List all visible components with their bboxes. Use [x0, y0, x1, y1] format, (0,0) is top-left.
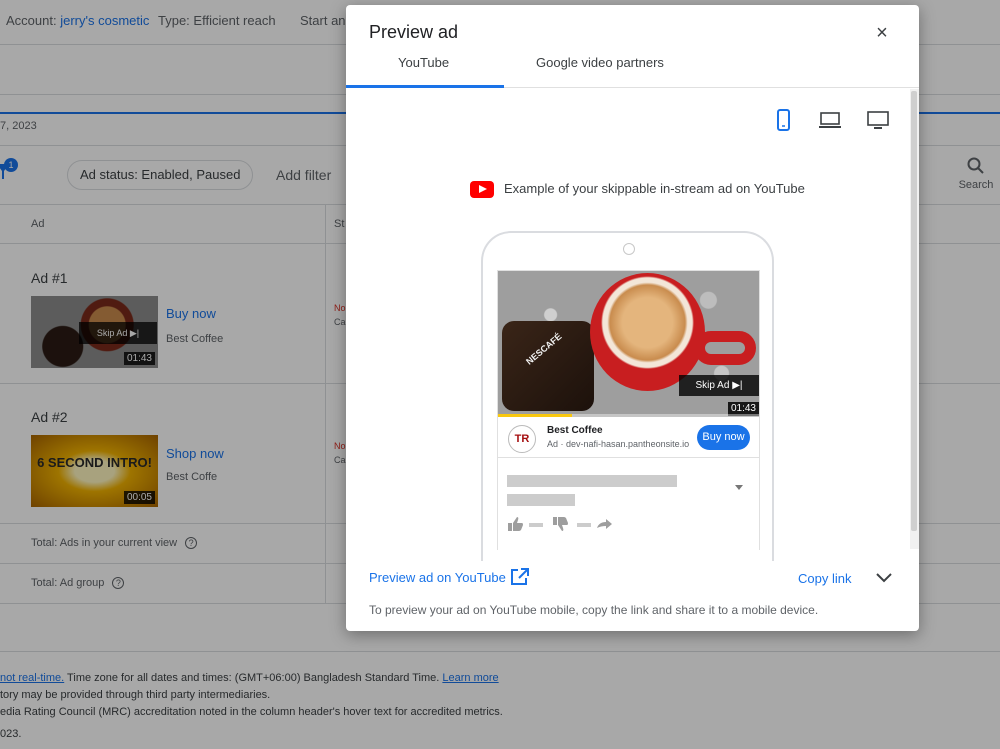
preview-on-youtube-link[interactable]: Preview ad on YouTube: [369, 567, 531, 587]
tv-icon[interactable]: [866, 109, 890, 131]
placeholder-title: [507, 475, 677, 487]
ad-display-url: Ad · dev-nafi-hasan.pantheonsite.io: [547, 439, 690, 449]
buy-now-button[interactable]: Buy now: [697, 425, 750, 450]
laptop-icon[interactable]: [818, 109, 842, 131]
copy-link-button[interactable]: Copy link: [798, 571, 851, 586]
example-caption: Example of your skippable in-stream ad o…: [470, 181, 805, 201]
engagement-icons: [508, 517, 612, 531]
expand-caret-icon: [735, 485, 743, 490]
close-icon[interactable]: ×: [870, 21, 894, 45]
phone-mockup: NESCAFÉ Skip Ad ▶| 01:43 TR Best Coffee …: [481, 231, 774, 561]
youtube-logo-icon: [470, 181, 494, 199]
thumbs-up-icon: [508, 517, 523, 531]
tab-youtube[interactable]: YouTube: [398, 55, 449, 70]
phone-camera-icon: [623, 243, 635, 255]
ad-video-player[interactable]: NESCAFÉ Skip Ad ▶| 01:43: [498, 271, 759, 417]
mobile-preview-note: To preview your ad on YouTube mobile, co…: [369, 603, 819, 617]
ad-info-bar: TR Best Coffee Ad · dev-nafi-hasan.panth…: [498, 417, 759, 458]
share-icon: [597, 519, 612, 529]
advertiser-name: Best Coffee: [547, 425, 603, 436]
preview-ad-dialog: Preview ad × YouTube Google video partne…: [346, 5, 919, 631]
tab-google-video-partners[interactable]: Google video partners: [536, 55, 664, 70]
coffee-mug-image: [590, 273, 705, 391]
active-tab-indicator: [346, 85, 504, 88]
coffee-jar-image: NESCAFÉ: [502, 321, 594, 411]
thumbs-down-icon: [553, 517, 568, 531]
advertiser-avatar: TR: [508, 425, 536, 453]
chevron-down-icon[interactable]: [873, 567, 895, 589]
mobile-icon[interactable]: [771, 109, 795, 131]
skip-ad-button[interactable]: Skip Ad ▶|: [679, 375, 759, 396]
phone-screen: NESCAFÉ Skip Ad ▶| 01:43 TR Best Coffee …: [497, 270, 760, 550]
dialog-title: Preview ad: [369, 22, 459, 42]
open-in-new-icon: [510, 568, 529, 585]
placeholder-subtitle: [507, 494, 575, 506]
scrollbar-thumb[interactable]: [911, 91, 917, 531]
